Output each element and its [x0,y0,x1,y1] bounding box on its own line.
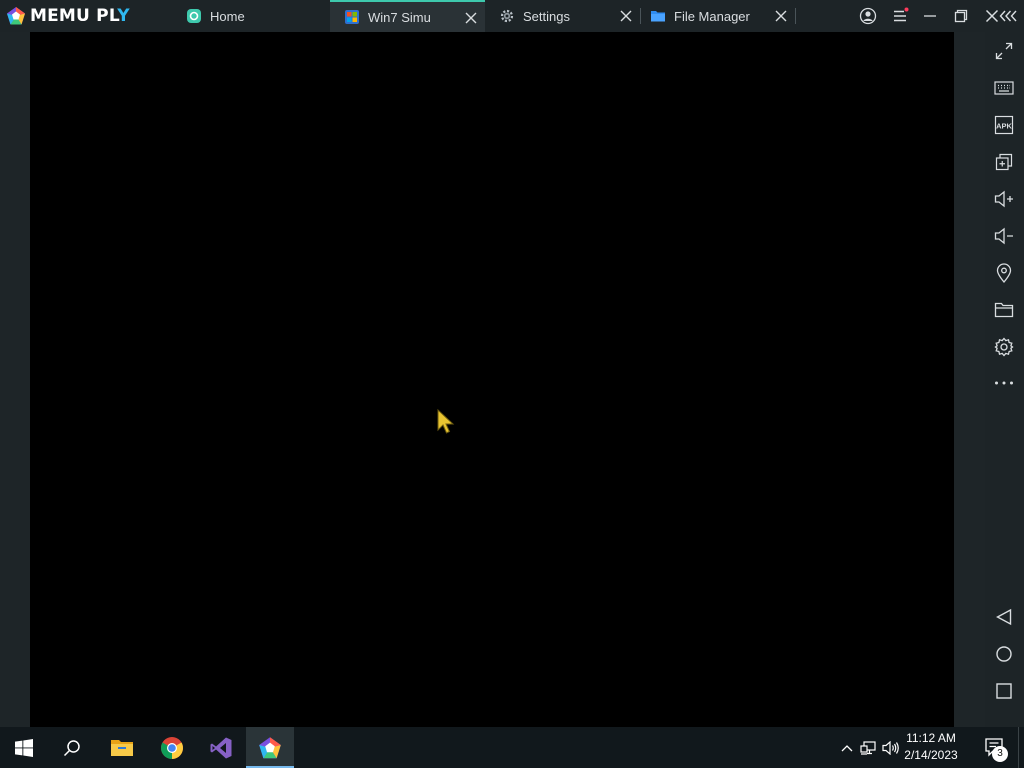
memu-home-icon [186,8,202,24]
tab-label: Home [210,8,245,24]
android-home-icon[interactable] [993,643,1015,665]
logo-wordmark: MEMU PLY [30,6,130,26]
tab-win7-simu[interactable]: Win7 Simu [330,0,485,32]
clock-time: 11:12 AM [906,731,956,745]
shared-folder-icon[interactable] [993,299,1015,321]
window-controls [824,0,1024,32]
show-hidden-icons-chevron-icon[interactable] [838,744,856,752]
multi-instance-icon[interactable] [993,151,1015,173]
settings-gear-icon[interactable] [993,336,1015,358]
minimize-icon[interactable] [920,6,940,26]
memu-play-taskbar-icon[interactable] [246,727,294,768]
fullscreen-icon[interactable] [993,40,1015,62]
windows-start-icon[interactable] [0,727,48,768]
more-options-icon[interactable] [993,372,1015,394]
emulator-side-toolbar: APK [985,32,1024,727]
tab-label: File Manager [674,8,750,24]
search-icon[interactable] [48,727,96,768]
screen-right-margin [954,32,985,727]
system-tray [838,727,902,768]
windows-taskbar: 11:12 AM 2/14/2023 3 [0,727,1024,768]
screen-left-margin [0,32,30,727]
title-bar: MEMU PLY Home Win7 Simu Settings File Ma… [0,0,1024,32]
android-back-icon[interactable] [993,606,1015,628]
folder-icon [650,8,666,24]
close-tab-icon[interactable] [773,8,789,24]
gear-icon [499,8,515,24]
mouse-cursor-icon [437,408,455,434]
emulator-screen[interactable] [30,32,954,727]
clock-date: 2/14/2023 [904,748,958,762]
chrome-icon[interactable] [148,727,196,768]
tab-settings[interactable]: Settings [485,0,640,32]
tab-label: Win7 Simu [368,9,431,25]
memu-logo[interactable]: MEMU PLY [6,0,130,32]
menu-icon[interactable] [890,6,910,26]
file-explorer-icon[interactable] [98,727,146,768]
tab-label: Settings [523,8,570,24]
taskbar-clock[interactable]: 11:12 AM 2/14/2023 [896,730,966,764]
restore-icon[interactable] [951,6,971,26]
tab-file-manager[interactable]: File Manager [640,0,795,32]
tab-divider [795,8,796,24]
memu-pentagon-logo-icon [7,7,25,25]
apk-label: APK [996,122,1012,131]
collapse-sidebar-icon[interactable] [999,6,1019,26]
network-icon[interactable] [856,740,880,755]
account-icon[interactable] [858,6,878,26]
volume-up-icon[interactable] [993,188,1015,210]
show-desktop-button[interactable] [1018,727,1024,768]
keyboard-icon[interactable] [993,77,1015,99]
win7-simu-icon [344,9,360,25]
close-tab-icon[interactable] [618,8,634,24]
notification-count-badge: 3 [992,746,1008,762]
android-recent-apps-icon[interactable] [993,680,1015,702]
visual-studio-icon[interactable] [197,727,245,768]
tab-home[interactable]: Home [172,0,328,32]
close-tab-icon[interactable] [463,10,479,26]
volume-down-icon[interactable] [993,225,1015,247]
install-apk-icon[interactable]: APK [993,114,1015,136]
location-icon[interactable] [993,262,1015,284]
